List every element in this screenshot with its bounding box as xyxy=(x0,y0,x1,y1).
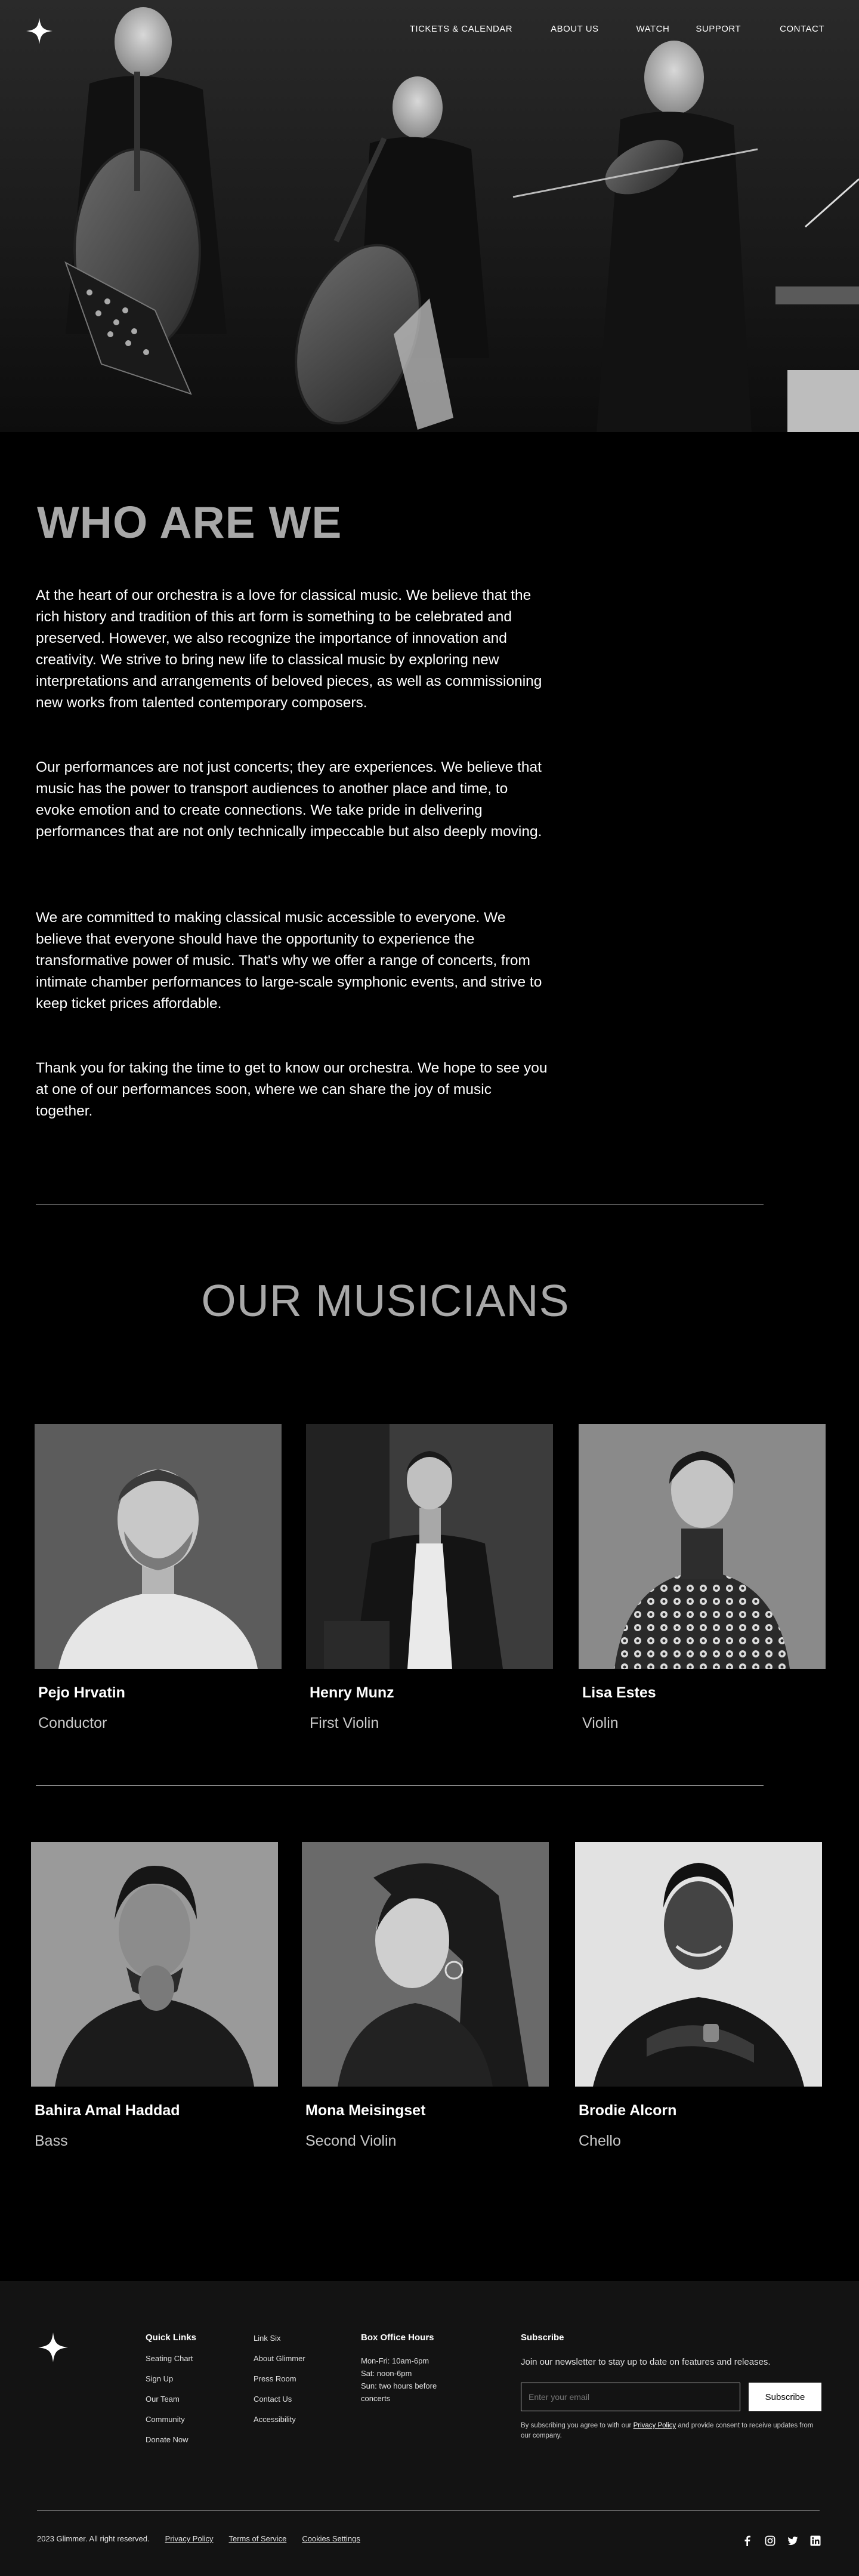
musician-role: Chello xyxy=(579,2133,621,2149)
footer-link-donate-now[interactable]: Donate Now xyxy=(146,2435,196,2444)
subscribe-consent-note: By subscribing you agree to with our Pri… xyxy=(521,2421,819,2441)
nav-contact[interactable]: CONTACT xyxy=(780,24,824,34)
footer-link-contact-us[interactable]: Contact Us xyxy=(254,2395,305,2404)
footer-link-sign-up[interactable]: Sign Up xyxy=(146,2374,196,2383)
star-logo-icon[interactable] xyxy=(38,2332,68,2362)
privacy-policy-link[interactable]: Privacy Policy xyxy=(165,2534,214,2543)
box-office-heading: Box Office Hours xyxy=(361,2332,434,2343)
star-logo-icon[interactable] xyxy=(26,18,52,44)
footer-divider xyxy=(37,2510,820,2511)
who-paragraph-2: Our performances are not just concerts; … xyxy=(36,759,542,840)
footer-link-press-room[interactable]: Press Room xyxy=(254,2374,305,2383)
section-divider xyxy=(36,1785,764,1786)
musician-role: Bass xyxy=(35,2133,68,2149)
musician-photo xyxy=(31,1842,278,2087)
who-are-we-title: WHO ARE WE xyxy=(37,497,342,547)
social-links xyxy=(742,2535,821,2546)
subscribe-column: Subscribe Join our newsletter to stay up… xyxy=(521,2332,821,2441)
subscribe-description: Join our newsletter to stay up to date o… xyxy=(521,2357,771,2367)
facebook-icon[interactable] xyxy=(742,2535,753,2546)
linkedin-icon[interactable] xyxy=(810,2535,821,2546)
footer-link-seating-chart[interactable]: Seating Chart xyxy=(146,2354,196,2363)
musician-name: Henry Munz xyxy=(310,1684,394,1701)
consent-text: By subscribing you agree to with our xyxy=(521,2422,634,2429)
musician-card[interactable]: Bahira Amal Haddad Bass xyxy=(31,1842,278,2150)
footer-link-six[interactable]: Link Six xyxy=(254,2334,305,2343)
musician-role: Violin xyxy=(582,1715,619,1731)
nav-tickets-calendar[interactable]: TICKETS & CALENDAR xyxy=(410,24,512,34)
footer-links-column: Link Six About Glimmer Press Room Contac… xyxy=(254,2334,305,2424)
cookies-settings-link[interactable]: Cookies Settings xyxy=(302,2534,360,2543)
musician-card[interactable]: Henry Munz First Violin xyxy=(306,1424,553,1732)
musician-name: Lisa Estes xyxy=(582,1684,656,1701)
footer-bottom-bar: 2023 Glimmer. All right reserved. Privac… xyxy=(37,2534,360,2543)
musician-name: Pejo Hrvatin xyxy=(38,1684,125,1701)
musician-photo xyxy=(302,1842,549,2087)
twitter-icon[interactable] xyxy=(787,2535,798,2546)
who-paragraph-3: We are committed to making classical mus… xyxy=(36,910,542,1012)
quick-links-column: Quick Links Seating Chart Sign Up Our Te… xyxy=(146,2332,196,2444)
who-paragraph-4: Thank you for taking the time to get to … xyxy=(36,1060,548,1119)
nav-about-us[interactable]: ABOUT US xyxy=(551,24,598,34)
musician-photo xyxy=(35,1424,282,1669)
musician-photo xyxy=(579,1424,826,1669)
musician-name: Mona Meisingset xyxy=(305,2102,426,2119)
musician-photo xyxy=(306,1424,553,1669)
footer-link-our-team[interactable]: Our Team xyxy=(146,2395,196,2404)
nav-watch[interactable]: WATCH xyxy=(636,24,670,34)
musician-card[interactable]: Brodie Alcorn Chello xyxy=(575,1842,822,2150)
musician-card[interactable]: Pejo Hrvatin Conductor xyxy=(35,1424,282,1732)
musician-card[interactable]: Mona Meisingset Second Violin xyxy=(302,1842,549,2150)
site-footer: Quick Links Seating Chart Sign Up Our Te… xyxy=(0,2281,859,2576)
email-input[interactable] xyxy=(521,2383,740,2411)
consent-privacy-link[interactable]: Privacy Policy xyxy=(634,2422,676,2429)
musician-photo xyxy=(575,1842,822,2087)
subscribe-form: Subscribe xyxy=(521,2383,821,2411)
musician-name: Brodie Alcorn xyxy=(579,2102,677,2119)
nav-support[interactable]: SUPPORT xyxy=(696,24,741,34)
box-office-column: Box Office Hours Mon-Fri: 10am-6pm Sat: … xyxy=(361,2332,456,2405)
main-nav: TICKETS & CALENDAR ABOUT US WATCH SUPPOR… xyxy=(410,24,824,34)
musician-card[interactable]: Lisa Estes Violin xyxy=(579,1424,826,1732)
footer-link-accessibility[interactable]: Accessibility xyxy=(254,2415,305,2424)
who-paragraph-1: At the heart of our orchestra is a love … xyxy=(36,587,542,711)
hero-orchestra-photo xyxy=(0,0,859,432)
box-office-hours: Mon-Fri: 10am-6pm Sat: noon-6pm Sun: two… xyxy=(361,2356,437,2403)
musician-name: Bahira Amal Haddad xyxy=(35,2102,180,2119)
quick-links-heading: Quick Links xyxy=(146,2332,197,2343)
footer-link-community[interactable]: Community xyxy=(146,2415,196,2424)
our-musicians-title: OUR MUSICIANS xyxy=(201,1275,570,1326)
footer-link-about-glimmer[interactable]: About Glimmer xyxy=(254,2354,305,2363)
subscribe-heading: Subscribe xyxy=(521,2332,564,2343)
musician-role: First Violin xyxy=(310,1715,379,1731)
musician-role: Second Violin xyxy=(305,2133,397,2149)
musician-role: Conductor xyxy=(38,1715,107,1731)
terms-of-service-link[interactable]: Terms of Service xyxy=(229,2534,287,2543)
instagram-icon[interactable] xyxy=(765,2535,775,2546)
copyright-text: 2023 Glimmer. All right reserved. xyxy=(37,2534,150,2543)
subscribe-button[interactable]: Subscribe xyxy=(749,2383,821,2411)
section-divider xyxy=(36,1204,764,1205)
hero-banner: TICKETS & CALENDAR ABOUT US WATCH SUPPOR… xyxy=(0,0,859,432)
